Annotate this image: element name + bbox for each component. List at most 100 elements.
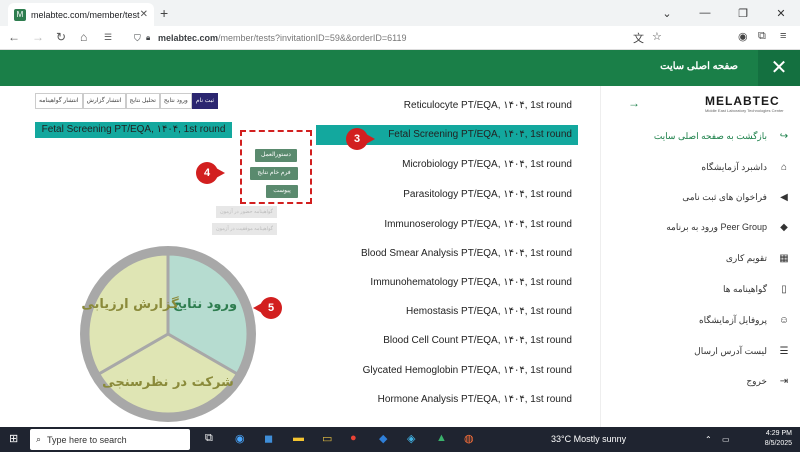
melabtec-logo: MELABTEC Middle East Laboratory Technolo… bbox=[705, 94, 784, 113]
taskbar-search[interactable]: ⌕ Type here to search bbox=[30, 429, 190, 450]
success-certificate-button[interactable]: گواهینامه موفقیت در آزمون bbox=[212, 223, 278, 235]
tab-title: melabtec.com/member/tests?i bbox=[31, 9, 140, 20]
sidebar-item-logout[interactable]: خروج ⇥ bbox=[601, 371, 800, 391]
logout-icon: ⇥ bbox=[779, 375, 789, 387]
test-item[interactable]: Immunohematology PT/EQA, ۱۴۰۴, 1st round bbox=[316, 273, 578, 293]
sidebar-item-label: تقویم کاری bbox=[725, 252, 767, 263]
forward-icon[interactable]: → bbox=[32, 30, 44, 44]
app-icon-3[interactable]: ▲ bbox=[436, 432, 447, 444]
chevron-down-icon[interactable]: ⌄ bbox=[648, 7, 686, 20]
sidebar-item-label: ورود به برنامه Peer Group bbox=[666, 221, 767, 232]
windows-taskbar: ⊞ ⌕ Type here to search ⧉ ◉ ◼ ▬ ▭ ● ◆ ◈ … bbox=[0, 427, 800, 452]
test-item[interactable]: Parasitology PT/EQA, ۱۴۰۴, 1st round bbox=[316, 185, 578, 205]
status-tabs: انتشار گواهینامه انتشار گزارش تحلیل نتای… bbox=[35, 93, 219, 109]
new-tab-icon[interactable]: + bbox=[160, 5, 168, 21]
calendar-icon: ▦ bbox=[779, 252, 789, 264]
user-icon: ☺ bbox=[778, 314, 790, 326]
segment-label-report: گزارش ارزیابی bbox=[81, 296, 179, 312]
browser-tab-bar: M melabtec.com/member/tests?i ✕ + ⌄ — ❐ … bbox=[0, 0, 800, 26]
test-item[interactable]: Microbiology PT/EQA, ۱۴۰۴, 1st round bbox=[316, 155, 578, 175]
step-marker-5: 5 bbox=[253, 297, 282, 319]
tab-enter-results[interactable]: ورود نتایج bbox=[159, 93, 192, 109]
clock-time: 4:29 PM bbox=[765, 430, 792, 437]
site-favicon-icon: M bbox=[14, 8, 26, 21]
folder-icon[interactable]: ▭ bbox=[322, 432, 332, 445]
raw-results-form-button[interactable]: فرم خام نتایج bbox=[250, 167, 298, 180]
tab-report[interactable]: انتشار گزارش bbox=[82, 93, 126, 109]
sidebar-item-label: داشبرد آزمایشگاه bbox=[701, 161, 767, 172]
home-link[interactable]: صفحه اصلی سایت bbox=[660, 61, 738, 72]
search-placeholder: Type here to search bbox=[47, 434, 127, 445]
test-item[interactable]: Immunoserology PT/EQA, ۱۴۰۴, 1st round bbox=[316, 215, 578, 235]
clock[interactable]: 4:29 PM 8/5/2025 bbox=[765, 429, 792, 449]
attachment-button[interactable]: پیوست bbox=[266, 185, 298, 198]
test-item[interactable]: Blood Smear Analysis PT/EQA, ۱۴۰۴, 1st r… bbox=[316, 244, 578, 264]
file-explorer-icon[interactable]: ▬ bbox=[293, 432, 304, 444]
sidebar-item-certificates[interactable]: گواهینامه ها ▯ bbox=[601, 279, 800, 299]
instructions-button[interactable]: دستورالعمل bbox=[255, 149, 297, 162]
list-icon: ☰ bbox=[779, 345, 789, 357]
tab-certificate[interactable]: انتشار گواهینامه bbox=[35, 93, 83, 109]
windows-start-icon[interactable]: ⊞ bbox=[9, 432, 18, 445]
app-icon-2[interactable]: ◈ bbox=[407, 432, 415, 445]
shield-icon[interactable]: ⛉ bbox=[134, 33, 141, 44]
tag-icon: ◆ bbox=[780, 221, 788, 233]
attendance-certificate-button[interactable]: گواهینامه حضور در آزمون bbox=[216, 206, 277, 218]
task-view-icon[interactable]: ⧉ bbox=[205, 432, 213, 445]
extensions-icon[interactable]: ⧉ bbox=[758, 30, 766, 43]
sidebar-item-label: گواهینامه ها bbox=[723, 283, 767, 294]
page-content: صفحه اصلی سایت ✕ → MELABTEC Middle East … bbox=[0, 50, 800, 427]
url-path: /member/tests?invitationID=59&&orderID=6… bbox=[218, 33, 407, 43]
restore-icon[interactable]: ❐ bbox=[724, 7, 762, 20]
close-tab-icon[interactable]: ✕ bbox=[140, 9, 148, 20]
top-nav-bar: صفحه اصلی سایت ✕ bbox=[0, 50, 800, 86]
sidebar-item-profile[interactable]: پروفایل آزمایشگاه ☺ bbox=[601, 310, 800, 330]
reload-icon[interactable]: ↻ bbox=[56, 30, 66, 44]
chrome-icon[interactable]: ● bbox=[350, 432, 357, 444]
test-item[interactable]: Glycated Hemoglobin PT/EQA, ۱۴۰۴, 1st ro… bbox=[316, 361, 578, 381]
sidebar-item-address-list[interactable]: لیست آدرس ارسال ☰ bbox=[601, 341, 800, 361]
megaphone-icon: ◀ bbox=[780, 191, 788, 203]
weather-widget[interactable]: 33°C Mostly sunny bbox=[551, 434, 626, 444]
sidebar-item-peer-group[interactable]: ورود به برنامه Peer Group ◆ bbox=[601, 217, 800, 237]
home-browser-icon[interactable]: ⌂ bbox=[80, 30, 87, 44]
sidebar-item-back-home[interactable]: بازگشت به صفحه اصلی سایت ↪ bbox=[601, 126, 800, 146]
minimize-icon[interactable]: — bbox=[686, 7, 724, 19]
network-icon[interactable]: ▭ bbox=[722, 435, 730, 444]
chevron-up-icon[interactable]: ⌃ bbox=[705, 435, 712, 444]
back-icon[interactable]: ← bbox=[8, 30, 20, 44]
lock-icon[interactable]: 🔒︎ bbox=[146, 33, 150, 43]
tab-analysis[interactable]: تحلیل نتایج bbox=[125, 93, 160, 109]
browser-tab[interactable]: M melabtec.com/member/tests?i ✕ bbox=[8, 3, 154, 26]
logo-text: MELABTEC bbox=[705, 94, 780, 108]
test-item[interactable]: Hormone Analysis PT/EQA, ۱۴۰۴, 1st round bbox=[316, 390, 578, 410]
app-icon[interactable]: ◆ bbox=[379, 432, 387, 445]
sidebar-item-label: پروفایل آزمایشگاه bbox=[698, 314, 767, 325]
sidebar-item-calls[interactable]: فراخوان های ثبت نامی ◀ bbox=[601, 187, 800, 207]
reader-icon[interactable]: ☰ bbox=[104, 32, 112, 43]
step-marker-4: 4 bbox=[196, 162, 225, 184]
collapse-arrow-icon[interactable]: → bbox=[628, 96, 640, 110]
sidebar-item-dashboard[interactable]: داشبرد آزمایشگاه ⌂ bbox=[601, 157, 800, 177]
test-item[interactable]: Reticulocyte PT/EQA, ۱۴۰۴, 1st round bbox=[316, 96, 578, 116]
outlook-icon[interactable]: ◼ bbox=[264, 432, 273, 445]
segment-label-enter-results: ورود نتایج bbox=[173, 297, 237, 312]
test-item[interactable]: Blood Cell Count PT/EQA, ۱۴۰۴, 1st round bbox=[316, 331, 578, 351]
firefox-icon[interactable]: ◍ bbox=[464, 432, 474, 445]
tab-register[interactable]: ثبت نام bbox=[191, 93, 219, 109]
window-controls: ⌄ — ❐ ✕ bbox=[648, 0, 800, 26]
sidebar-item-calendar[interactable]: تقویم کاری ▦ bbox=[601, 248, 800, 268]
menu-icon[interactable]: ≡ bbox=[780, 30, 786, 42]
step-marker-3: 3 bbox=[346, 128, 375, 150]
close-menu-icon[interactable]: ✕ bbox=[758, 50, 800, 86]
close-window-icon[interactable]: ✕ bbox=[762, 7, 800, 20]
segment-label-survey: شرکت در نظرسنجی bbox=[102, 375, 234, 390]
edge-icon[interactable]: ◉ bbox=[235, 432, 245, 445]
translate-icon[interactable]: 文 bbox=[633, 30, 644, 46]
test-item[interactable]: Hemostasis PT/EQA, ۱۴۰۴, 1st round bbox=[316, 302, 578, 322]
account-icon[interactable]: ◉ bbox=[738, 30, 748, 43]
url-field[interactable]: ⛉ 🔒︎ melabtec.com/member/tests?invitatio… bbox=[128, 29, 674, 47]
process-cycle-diagram: ورود نتایج شرکت در نظرسنجی گزارش ارزیابی bbox=[80, 246, 256, 422]
sidebar-item-label: بازگشت به صفحه اصلی سایت bbox=[653, 130, 767, 141]
bookmark-star-icon[interactable]: ☆ bbox=[652, 30, 662, 43]
